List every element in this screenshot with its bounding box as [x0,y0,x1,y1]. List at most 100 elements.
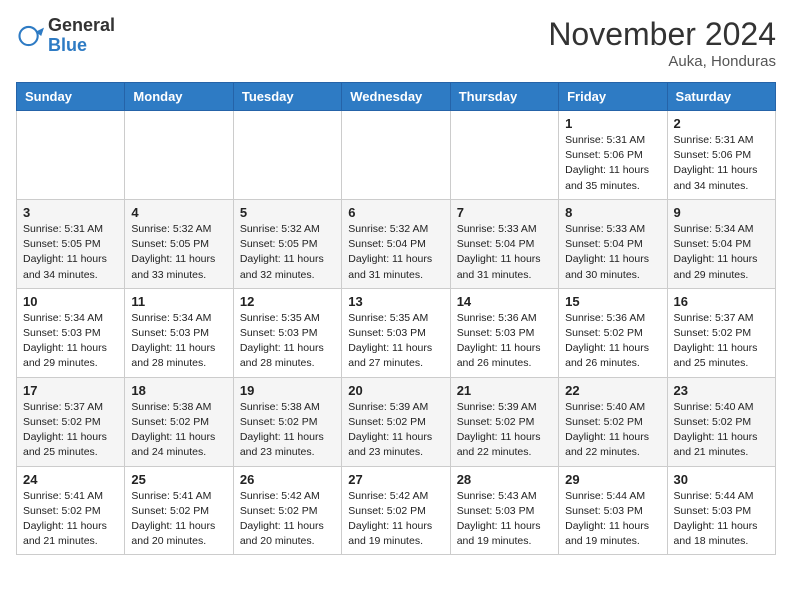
day-info: Sunrise: 5:36 AMSunset: 5:02 PMDaylight:… [565,311,660,372]
calendar-cell: 23Sunrise: 5:40 AMSunset: 5:02 PMDayligh… [667,377,775,466]
day-info: Sunrise: 5:35 AMSunset: 5:03 PMDaylight:… [240,311,335,372]
day-info: Sunrise: 5:32 AMSunset: 5:04 PMDaylight:… [348,222,443,283]
calendar-cell [450,111,558,200]
calendar-cell: 3 Sunrise: 5:31 AMSunset: 5:05 PMDaylight… [17,199,125,288]
page-header: General Blue November 2024 Auka, Hondura… [16,16,776,70]
calendar-cell: 30 Sunrise: 5:44 AMSunset: 5:03 PMDayligh… [667,466,775,555]
day-number: 3 [23,205,118,220]
calendar-cell: 6 Sunrise: 5:32 AMSunset: 5:04 PMDaylight… [342,199,450,288]
day-number: 16 [674,294,769,309]
day-info: Sunrise: 5:35 AMSunset: 5:03 PMDaylight:… [348,311,443,372]
day-info: Sunrise: 5:31 AMSunset: 5:05 PMDaylight:… [23,222,118,283]
calendar-cell: 9Sunrise: 5:34 AMSunset: 5:04 PMDaylight… [667,199,775,288]
day-number: 21 [457,383,552,398]
calendar-cell: 22Sunrise: 5:40 AMSunset: 5:02 PMDayligh… [559,377,667,466]
day-number: 10 [23,294,118,309]
weekday-header-thursday: Thursday [450,83,558,111]
day-info: Sunrise: 5:33 AMSunset: 5:04 PMDaylight:… [457,222,552,283]
calendar-week-5: 24 Sunrise: 5:41 AMSunset: 5:02 PMDayligh… [17,466,776,555]
day-number: 24 [23,472,118,487]
day-number: 17 [23,383,118,398]
day-number: 19 [240,383,335,398]
day-number: 12 [240,294,335,309]
calendar-cell: 29 Sunrise: 5:44 AMSunset: 5:03 PMDayligh… [559,466,667,555]
day-info: Sunrise: 5:38 AMSunset: 5:02 PMDaylight:… [240,400,335,461]
day-info: Sunrise: 5:33 AMSunset: 5:04 PMDaylight:… [565,222,660,283]
day-info: Sunrise: 5:39 AMSunset: 5:02 PMDaylight:… [348,400,443,461]
calendar-cell [342,111,450,200]
day-info: Sunrise: 5:43 AMSunset: 5:03 PMDaylight:… [457,489,552,550]
day-info: Sunrise: 5:44 AMSunset: 5:03 PMDaylight:… [674,489,769,550]
day-info: Sunrise: 5:36 AMSunset: 5:03 PMDaylight:… [457,311,552,372]
calendar-cell: 28Sunrise: 5:43 AMSunset: 5:03 PMDayligh… [450,466,558,555]
calendar-cell: 1 Sunrise: 5:31 AMSunset: 5:06 PMDaylight… [559,111,667,200]
day-info: Sunrise: 5:41 AMSunset: 5:02 PMDaylight:… [23,489,118,550]
calendar-cell: 25 Sunrise: 5:41 AMSunset: 5:02 PMDayligh… [125,466,233,555]
calendar-cell: 13 Sunrise: 5:35 AMSunset: 5:03 PMDayligh… [342,288,450,377]
day-info: Sunrise: 5:34 AMSunset: 5:03 PMDaylight:… [23,311,118,372]
calendar-cell: 16 Sunrise: 5:37 AMSunset: 5:02 PMDayligh… [667,288,775,377]
day-info: Sunrise: 5:32 AMSunset: 5:05 PMDaylight:… [131,222,226,283]
calendar-week-1: 1 Sunrise: 5:31 AMSunset: 5:06 PMDaylight… [17,111,776,200]
day-number: 27 [348,472,443,487]
day-number: 20 [348,383,443,398]
weekday-header-sunday: Sunday [17,83,125,111]
day-info: Sunrise: 5:44 AMSunset: 5:03 PMDaylight:… [565,489,660,550]
day-number: 6 [348,205,443,220]
day-info: Sunrise: 5:34 AMSunset: 5:03 PMDaylight:… [131,311,226,372]
weekday-header-wednesday: Wednesday [342,83,450,111]
month-title: November 2024 [548,16,776,53]
calendar-cell: 2 Sunrise: 5:31 AMSunset: 5:06 PMDaylight… [667,111,775,200]
day-info: Sunrise: 5:40 AMSunset: 5:02 PMDaylight:… [674,400,769,461]
calendar-cell: 18Sunrise: 5:38 AMSunset: 5:02 PMDayligh… [125,377,233,466]
logo-blue: Blue [48,36,115,56]
calendar-cell: 7 Sunrise: 5:33 AMSunset: 5:04 PMDaylight… [450,199,558,288]
day-number: 14 [457,294,552,309]
calendar-cell: 14 Sunrise: 5:36 AMSunset: 5:03 PMDayligh… [450,288,558,377]
logo-general: General [48,16,115,36]
calendar-cell: 12 Sunrise: 5:35 AMSunset: 5:03 PMDayligh… [233,288,341,377]
calendar-header: SundayMondayTuesdayWednesdayThursdayFrid… [17,83,776,111]
day-number: 26 [240,472,335,487]
calendar-cell [125,111,233,200]
calendar-cell: 17 Sunrise: 5:37 AMSunset: 5:02 PMDayligh… [17,377,125,466]
weekday-header-friday: Friday [559,83,667,111]
day-number: 5 [240,205,335,220]
location: Auka, Honduras [548,53,776,70]
day-number: 4 [131,205,226,220]
calendar-week-2: 3 Sunrise: 5:31 AMSunset: 5:05 PMDaylight… [17,199,776,288]
day-info: Sunrise: 5:31 AMSunset: 5:06 PMDaylight:… [565,133,660,194]
calendar-cell: 26 Sunrise: 5:42 AMSunset: 5:02 PMDayligh… [233,466,341,555]
day-info: Sunrise: 5:37 AMSunset: 5:02 PMDaylight:… [23,400,118,461]
calendar-table: SundayMondayTuesdayWednesdayThursdayFrid… [16,82,776,555]
day-number: 7 [457,205,552,220]
weekday-header-tuesday: Tuesday [233,83,341,111]
day-number: 13 [348,294,443,309]
logo-text: General Blue [48,16,115,56]
day-number: 25 [131,472,226,487]
day-number: 1 [565,116,660,131]
calendar-cell: 15 Sunrise: 5:36 AMSunset: 5:02 PMDayligh… [559,288,667,377]
calendar-cell: 11 Sunrise: 5:34 AMSunset: 5:03 PMDayligh… [125,288,233,377]
logo-icon [16,22,44,50]
day-info: Sunrise: 5:32 AMSunset: 5:05 PMDaylight:… [240,222,335,283]
calendar-cell: 20 Sunrise: 5:39 AMSunset: 5:02 PMDayligh… [342,377,450,466]
calendar-cell: 10 Sunrise: 5:34 AMSunset: 5:03 PMDayligh… [17,288,125,377]
day-info: Sunrise: 5:37 AMSunset: 5:02 PMDaylight:… [674,311,769,372]
day-number: 30 [674,472,769,487]
calendar-cell: 5 Sunrise: 5:32 AMSunset: 5:05 PMDaylight… [233,199,341,288]
day-info: Sunrise: 5:31 AMSunset: 5:06 PMDaylight:… [674,133,769,194]
day-number: 2 [674,116,769,131]
calendar-cell [17,111,125,200]
calendar-week-3: 10 Sunrise: 5:34 AMSunset: 5:03 PMDayligh… [17,288,776,377]
day-number: 15 [565,294,660,309]
calendar-cell: 27Sunrise: 5:42 AMSunset: 5:02 PMDayligh… [342,466,450,555]
day-number: 22 [565,383,660,398]
day-info: Sunrise: 5:39 AMSunset: 5:02 PMDaylight:… [457,400,552,461]
day-info: Sunrise: 5:41 AMSunset: 5:02 PMDaylight:… [131,489,226,550]
day-info: Sunrise: 5:42 AMSunset: 5:02 PMDaylight:… [240,489,335,550]
calendar-cell [233,111,341,200]
calendar-body: 1 Sunrise: 5:31 AMSunset: 5:06 PMDaylight… [17,111,776,555]
day-number: 29 [565,472,660,487]
day-number: 11 [131,294,226,309]
